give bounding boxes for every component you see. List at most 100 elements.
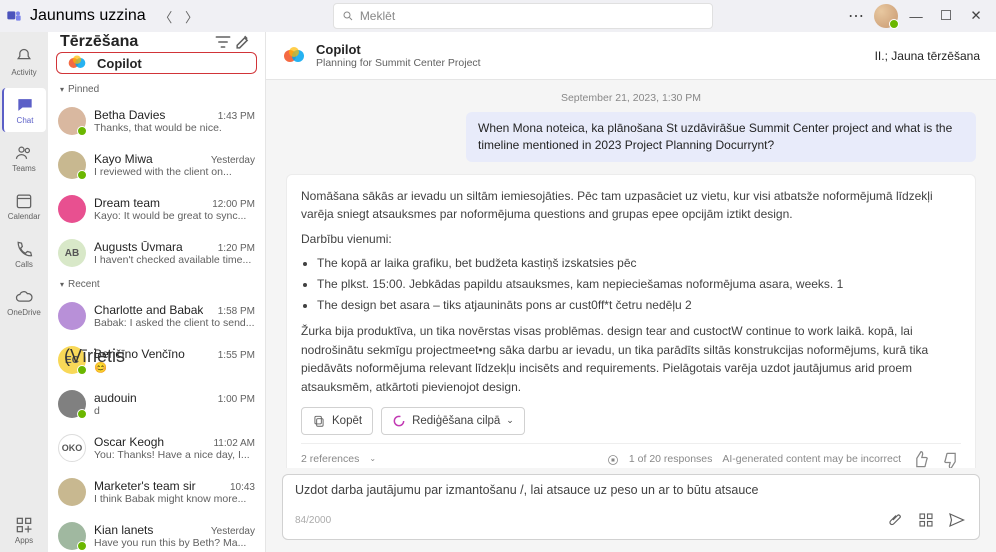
app-rail: Activity Chat Teams Calendar Calls OneDr… <box>0 32 48 552</box>
phone-icon <box>14 239 34 259</box>
grid-button[interactable] <box>915 509 937 531</box>
window-close-button[interactable]: ✕ <box>962 2 990 30</box>
stop-icon[interactable] <box>607 454 619 466</box>
send-button[interactable] <box>945 509 967 531</box>
copilot-label: Copilot <box>97 56 142 71</box>
copy-icon <box>312 414 326 428</box>
chat-list-item[interactable]: audouin1:00 PM d <box>48 382 265 426</box>
chat-list-item[interactable]: EC Benčīno Venčīno1:55 PM 😊 <box>48 338 265 382</box>
apps-icon <box>14 515 34 535</box>
rail-calls[interactable]: Calls <box>2 232 46 276</box>
avatar <box>58 478 86 506</box>
chat-preview: Kayo: It would be great to sync... <box>94 210 255 222</box>
chat-list-pane: Tērzēšana Copilot Pinned Betha Davies1:4… <box>48 32 266 552</box>
bot-paragraph: Žurka bija produktīva, un tika novērstas… <box>301 322 961 396</box>
section-pinned[interactable]: Pinned <box>48 80 265 99</box>
chat-list-item[interactable]: AB Augusts Ūvmara 1:20 PM I haven't check… <box>48 231 265 275</box>
rail-calendar[interactable]: Calendar <box>2 184 46 228</box>
avatar: AB <box>58 239 86 267</box>
user-avatar[interactable] <box>872 2 900 30</box>
rail-activity[interactable]: Activity <box>2 40 46 84</box>
chat-time: 1:20 PM <box>218 243 255 254</box>
rail-teams[interactable]: Teams <box>2 136 46 180</box>
titlebar: Jaunums uzzina 〈 〉 Meklēt ⋯ — ☐ ✕ <box>0 0 996 32</box>
conversation-subtitle: Planning for Summit Center Project <box>316 57 481 69</box>
conversation-title: Copilot <box>316 42 481 57</box>
grid-icon <box>917 511 935 529</box>
response-counter: 1 of 20 responses <box>629 451 712 467</box>
copilot-icon <box>67 53 87 73</box>
avatar <box>58 151 86 179</box>
date-separator: September 21, 2023, 1:30 PM <box>286 92 976 104</box>
copilot-message: Nomāšana sākās ar ievadu un siltām iemie… <box>286 174 976 468</box>
loop-icon <box>392 414 406 428</box>
more-options-button[interactable]: ⋯ <box>842 2 870 30</box>
chat-list-item[interactable]: Dream team12:00 PM Kayo: It would be gre… <box>48 187 265 231</box>
window-maximize-button[interactable]: ☐ <box>932 2 960 30</box>
chat-name: Augusts Ūvmara <box>94 240 183 254</box>
character-counter: 84/2000 <box>295 515 331 526</box>
window-minimize-button[interactable]: — <box>902 2 930 30</box>
chat-list-item[interactable]: Charlotte and Babak 1:58 PM Babak: I aske… <box>48 294 265 338</box>
search-input[interactable]: Meklēt <box>333 3 713 29</box>
chat-preview: 😊 <box>94 361 255 374</box>
composer-input[interactable]: Uzdot darba jautājumu par izmantošanu /,… <box>295 483 967 503</box>
avatar <box>58 195 86 223</box>
send-icon <box>947 511 965 529</box>
chat-time: 1:55 PM <box>218 350 255 361</box>
chat-time: 1:58 PM <box>218 306 255 317</box>
references-link[interactable]: 2 references <box>301 451 359 467</box>
search-icon <box>342 10 354 22</box>
search-placeholder: Meklēt <box>360 9 395 23</box>
bot-action-item: The plkst. 15:00. Jebkādas papildu atsau… <box>317 275 961 294</box>
thumbs-down-icon[interactable] <box>941 450 961 468</box>
copy-button[interactable]: Kopēt <box>301 407 373 435</box>
bot-paragraph: Nomāšana sākās ar ievadu un siltām iemie… <box>301 187 961 224</box>
chat-name: Kian lanets <box>94 523 153 537</box>
cloud-icon <box>14 287 34 307</box>
thumbs-up-icon[interactable] <box>911 450 931 468</box>
copilot-icon <box>282 44 306 68</box>
chat-preview: I reviewed with the client on... <box>94 166 255 178</box>
avatar: EC <box>58 346 86 374</box>
chat-preview: I haven't checked available time... <box>94 254 255 266</box>
chat-name: Marketer's team sir <box>94 479 196 493</box>
chat-preview: d <box>94 405 255 417</box>
nav-forward-button[interactable]: 〉 <box>180 4 204 28</box>
chat-name: Charlotte and Babak <box>94 303 203 317</box>
chat-list-item[interactable]: Kayo Miwa Yesterday I reviewed with the c… <box>48 143 265 187</box>
calendar-icon <box>14 191 34 211</box>
chat-time: Yesterday <box>211 155 255 166</box>
window-title: Jaunums uzzina <box>30 7 146 25</box>
avatar <box>58 107 86 135</box>
chat-preview: Babak: I asked the client to send... <box>94 317 255 329</box>
rail-onedrive[interactable]: OneDrive <box>2 280 46 324</box>
compose-icon[interactable] <box>233 32 253 52</box>
chat-list-item[interactable]: Betha Davies 1:43 PM Thanks, that would b… <box>48 99 265 143</box>
chat-time: Yesterday <box>211 526 255 537</box>
attach-button[interactable] <box>885 509 907 531</box>
chat-list-item[interactable]: Kian lanetsYesterday Have you run this b… <box>48 514 265 552</box>
chat-icon <box>15 95 35 115</box>
bot-action-item: The design bet asara – tiks atjaunināts … <box>317 296 961 315</box>
chevron-down-icon: ⌄ <box>506 415 514 426</box>
chat-name: Dream team <box>94 196 160 210</box>
chat-list-item[interactable]: Marketer's team sir10:43 I think Babak m… <box>48 470 265 514</box>
nav-back-button[interactable]: 〈 <box>154 4 178 28</box>
chat-time: 1:43 PM <box>218 111 255 122</box>
filter-icon[interactable] <box>213 32 233 52</box>
chat-preview: Thanks, that would be nice. <box>94 122 255 134</box>
chat-name: Betha Davies <box>94 108 165 122</box>
section-recent[interactable]: Recent <box>48 275 265 294</box>
bot-action-item: The kopā ar laika grafiku, bet budžeta k… <box>317 254 961 273</box>
copilot-chat-item[interactable]: Copilot <box>56 52 257 74</box>
new-chat-button[interactable]: II.; Jauna tērzēšana <box>875 49 980 63</box>
rail-chat[interactable]: Chat <box>2 88 46 132</box>
bell-icon <box>14 47 34 67</box>
message-composer[interactable]: Uzdot darba jautājumu par izmantošanu /,… <box>282 474 980 540</box>
chat-list-item[interactable]: OKO Oscar Keogh11:02 AM You: Thanks! Hav… <box>48 426 265 470</box>
avatar <box>58 302 86 330</box>
chat-name: Kayo Miwa <box>94 152 153 166</box>
rail-apps[interactable]: Apps <box>2 508 46 552</box>
edit-loop-button[interactable]: Rediģēšana cilpā ⌄ <box>381 407 525 435</box>
